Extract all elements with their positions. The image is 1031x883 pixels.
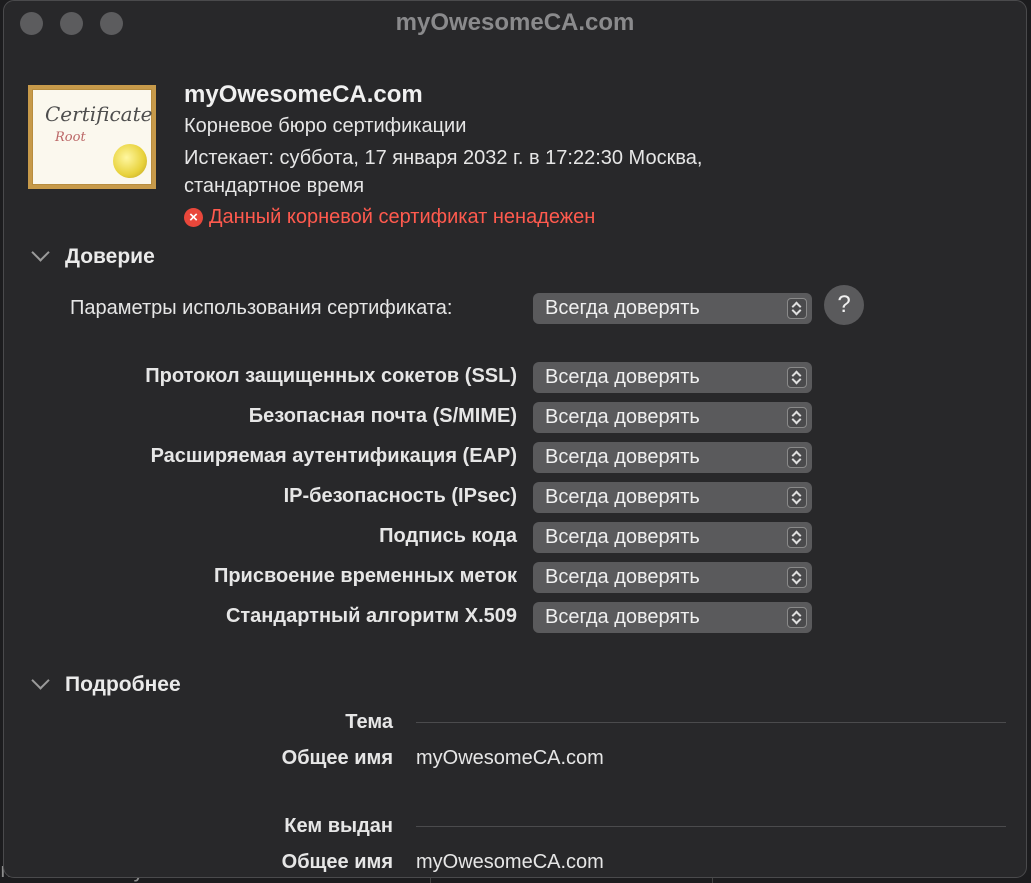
usage-label: Параметры использования сертификата: — [70, 297, 453, 319]
trust-select-value: Всегда доверять — [545, 446, 700, 468]
trust-select-value: Всегда доверять — [545, 406, 700, 428]
section-details[interactable]: Подробнее — [30, 670, 181, 697]
section-trust[interactable]: Доверие — [30, 242, 155, 269]
divider — [416, 826, 1006, 827]
trust-select-value: Всегда доверять — [545, 366, 700, 388]
trust-select-value: Всегда доверять — [545, 486, 700, 508]
trust-select-value: Всегда доверять — [545, 606, 700, 628]
trust-select-smime[interactable]: Всегда доверять — [533, 402, 812, 433]
error-icon: × — [184, 208, 203, 227]
window-title: myOwesomeCA.com — [395, 9, 635, 36]
updown-icon — [787, 298, 807, 319]
updown-icon — [787, 447, 807, 468]
certificate-window: myOwesomeCA.com Certificate Root myOweso… — [3, 0, 1027, 878]
certificate-icon-sub: Root — [55, 130, 86, 145]
issuer-cn-value: myOwesomeCA.com — [416, 851, 604, 873]
trust-select-timestamping[interactable]: Всегда доверять — [533, 562, 812, 593]
updown-icon — [787, 407, 807, 428]
trust-select-eap[interactable]: Всегда доверять — [533, 442, 812, 473]
trust-row-label: Протокол защищенных сокетов (SSL) — [145, 365, 517, 387]
trust-select-x509[interactable]: Всегда доверять — [533, 602, 812, 633]
certificate-icon-word: Certificate — [45, 102, 153, 126]
trust-select-code-signing[interactable]: Всегда доверять — [533, 522, 812, 553]
trust-row-label: Безопасная почта (S/MIME) — [248, 405, 517, 427]
updown-icon — [787, 567, 807, 588]
trust-row-label: Подпись кода — [379, 525, 517, 547]
updown-icon — [787, 487, 807, 508]
trust-row-label: Стандартный алгоритм X.509 — [225, 605, 517, 627]
updown-icon — [787, 527, 807, 548]
certificate-name: myOwesomeCA.com — [184, 81, 423, 108]
updown-icon — [787, 607, 807, 628]
seal-icon — [113, 144, 147, 178]
divider — [416, 722, 1006, 723]
trust-select-value: Всегда доверять — [545, 566, 700, 588]
certificate-expiry-cont: стандартное время — [184, 175, 365, 197]
updown-icon — [787, 367, 807, 388]
issuer-heading: Кем выдан — [284, 815, 393, 837]
subject-cn-value: myOwesomeCA.com — [416, 747, 604, 769]
subject-heading: Тема — [345, 711, 393, 733]
usage-select[interactable]: Всегда доверять — [533, 293, 812, 324]
trust-row-label: Присвоение временных меток — [213, 565, 517, 587]
untrusted-warning: × Данный корневой сертификат ненадежен — [184, 206, 595, 229]
trust-row-label: IP-безопасность (IPsec) — [283, 485, 517, 507]
usage-select-value: Всегда доверять — [545, 297, 700, 319]
trust-select-ssl[interactable]: Всегда доверять — [533, 362, 812, 393]
trust-select-ipsec[interactable]: Всегда доверять — [533, 482, 812, 513]
section-trust-label: Доверие — [65, 245, 155, 268]
certificate-icon: Certificate Root — [28, 85, 156, 189]
help-button[interactable]: ? — [824, 285, 864, 325]
certificate-kind: Корневое бюро сертификации — [184, 115, 467, 137]
trust-row-label: Расширяемая аутентификация (EAP) — [150, 445, 517, 467]
subject-cn-label: Общее имя — [281, 747, 393, 769]
warning-text: Данный корневой сертификат ненадежен — [209, 206, 596, 228]
trust-select-value: Всегда доверять — [545, 526, 700, 548]
section-details-label: Подробнее — [65, 673, 181, 696]
issuer-cn-label: Общее имя — [281, 851, 393, 873]
certificate-expiry: Истекает: суббота, 17 января 2032 г. в 1… — [184, 147, 703, 169]
chevron-down-icon[interactable] — [31, 670, 50, 690]
chevron-down-icon[interactable] — [31, 242, 50, 262]
